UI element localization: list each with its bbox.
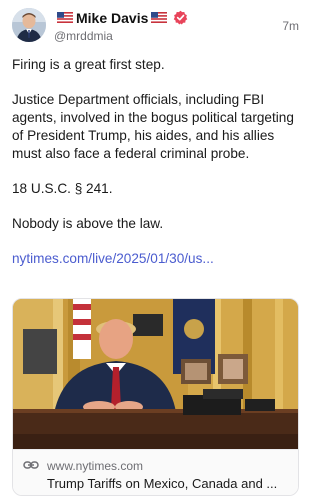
post-paragraph: Firing is a great first step. — [12, 57, 165, 72]
author-names: Mike Davis @mrddmia — [54, 9, 188, 43]
display-name-row: Mike Davis — [54, 9, 188, 26]
card-image[interactable] — [13, 299, 299, 449]
post-timestamp[interactable]: 7m — [282, 19, 299, 33]
link-icon — [23, 461, 39, 469]
card-meta[interactable]: www.nytimes.com Trump Tariffs on Mexico,… — [13, 449, 298, 495]
card-domain: www.nytimes.com — [47, 459, 144, 473]
post-link[interactable]: nytimes.com/live/2025/01/30/us... — [12, 250, 302, 268]
post-body: Firing is a great first step. Justice De… — [12, 56, 302, 285]
avatar[interactable] — [12, 8, 46, 42]
post-paragraph: Nobody is above the law. — [12, 216, 164, 231]
author-handle[interactable]: @mrddmia — [54, 29, 188, 43]
us-flag-icon — [57, 12, 73, 23]
card-title[interactable]: Trump Tariffs on Mexico, Canada and ... — [47, 476, 295, 491]
post-paragraph: Justice Department officials, including … — [12, 92, 294, 161]
post[interactable]: Mike Davis @mrddmia 7m Firing is a great… — [0, 0, 311, 500]
post-header: Mike Davis @mrddmia 7m — [12, 8, 299, 44]
us-flag-icon — [151, 12, 168, 23]
link-preview-card[interactable]: www.nytimes.com Trump Tariffs on Mexico,… — [12, 298, 299, 496]
post-paragraph: 18 U.S.C. § 241. — [12, 181, 113, 196]
verified-badge-icon — [174, 10, 188, 25]
display-name[interactable]: Mike Davis — [76, 10, 148, 26]
